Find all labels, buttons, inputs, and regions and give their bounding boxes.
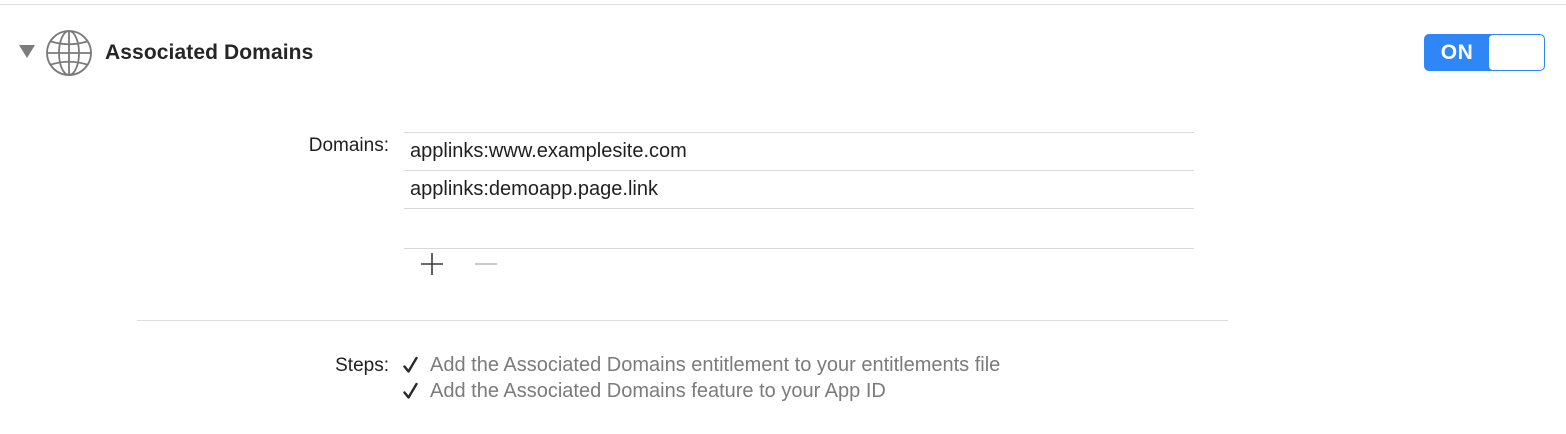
disclosure-triangle-icon[interactable] [19, 45, 35, 58]
domains-label: Domains: [308, 135, 389, 156]
empty-domain-row[interactable] [404, 209, 1194, 248]
toggle-knob[interactable] [1489, 35, 1544, 70]
row-divider [404, 248, 1194, 249]
steps-list: Add the Associated Domains entitlement t… [403, 352, 1000, 404]
step-text: Add the Associated Domains entitlement t… [430, 353, 1001, 376]
step-item: Add the Associated Domains feature to yo… [403, 378, 1000, 404]
section-title: Associated Domains [105, 41, 314, 64]
list-controls [418, 251, 538, 277]
plus-icon[interactable] [419, 251, 445, 277]
domains-list: applinks:www.examplesite.com applinks:de… [404, 132, 1194, 249]
checkmark-icon [403, 356, 418, 373]
section-divider [137, 320, 1228, 321]
domain-row[interactable]: applinks:demoapp.page.link [404, 171, 1194, 208]
step-item: Add the Associated Domains entitlement t… [403, 352, 1000, 378]
capability-panel: Associated Domains ON Domains: applinks:… [0, 0, 1566, 434]
step-text: Add the Associated Domains feature to yo… [430, 379, 886, 402]
capability-toggle[interactable]: ON [1424, 34, 1545, 71]
globe-icon [46, 30, 92, 76]
toggle-label: ON [1440, 40, 1474, 64]
domain-row[interactable]: applinks:www.examplesite.com [404, 133, 1194, 170]
checkmark-icon [403, 382, 418, 399]
top-divider [0, 4, 1566, 5]
steps-label: Steps: [335, 355, 389, 376]
minus-icon[interactable] [473, 251, 499, 277]
